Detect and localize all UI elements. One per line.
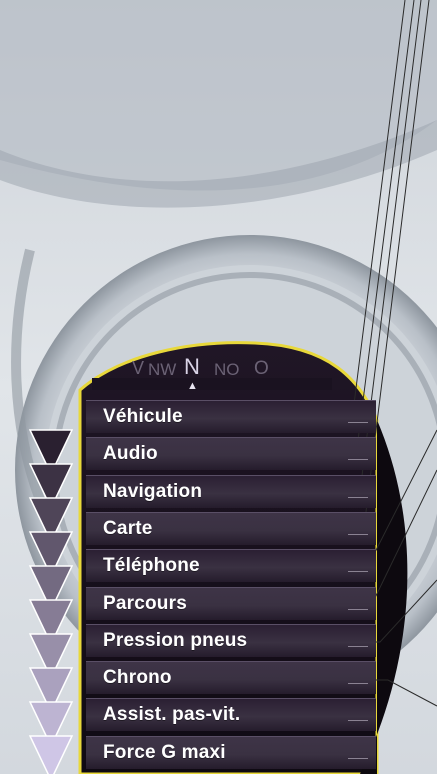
down-arrow-icon <box>28 735 74 774</box>
scroll-down-arrows <box>28 429 74 774</box>
